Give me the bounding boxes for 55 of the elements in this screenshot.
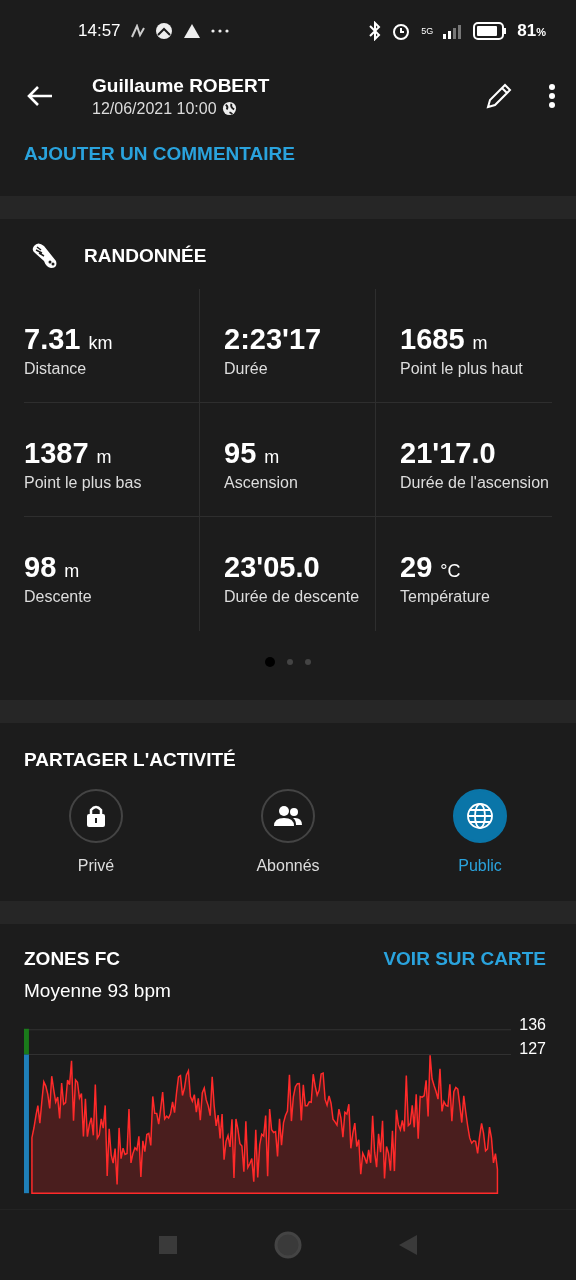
stat-label: Distance <box>24 360 88 378</box>
axis-label: 127 <box>519 1040 546 1058</box>
more-icon[interactable] <box>548 83 556 109</box>
globe-icon <box>221 101 237 116</box>
average-heart-rate: Moyenne 93 bpm <box>24 980 172 1002</box>
more-notifications-icon <box>210 29 229 33</box>
activity-app-icon <box>130 24 145 38</box>
stat-label: Point le plus haut <box>400 360 524 378</box>
stat-label: Température <box>400 588 491 606</box>
home-icon[interactable] <box>274 1231 302 1259</box>
stat-value: 23'05.0 <box>224 553 321 582</box>
section-title: PARTAGER L'ACTIVITÉ <box>24 749 237 771</box>
people-icon <box>273 805 303 827</box>
globe-icon <box>466 802 494 830</box>
page-dot[interactable] <box>287 659 293 665</box>
visibility-option[interactable]: Abonnés <box>216 789 360 875</box>
stat-label: Durée de l'ascension <box>400 474 550 492</box>
stat-value: 7.31 km <box>24 325 114 354</box>
stat-value: 2:23'17 <box>224 325 323 354</box>
visibility-option[interactable]: Public <box>408 789 552 875</box>
page-dot[interactable] <box>265 657 275 667</box>
stat-label: Ascension <box>224 474 299 492</box>
lock-icon <box>85 804 107 828</box>
edit-icon[interactable] <box>484 81 514 111</box>
activity-date: 12/06/2021 10:00 <box>92 99 217 118</box>
bluetooth-icon <box>369 21 382 41</box>
triangle-icon <box>182 23 201 39</box>
stat-label: Durée <box>224 360 269 378</box>
battery-level: 81% <box>517 21 546 41</box>
alarm-icon <box>391 21 412 41</box>
user-name: Guillaume ROBERT <box>92 74 271 97</box>
mountain-app-icon <box>154 22 173 40</box>
network-label: 5G <box>421 26 434 36</box>
add-comment-link[interactable]: AJOUTER UN COMMENTAIRE <box>24 143 295 165</box>
stat-value: 1387 m <box>24 439 113 468</box>
stat-label: Point le plus bas <box>24 474 143 492</box>
stat-value: 98 m <box>24 553 81 582</box>
map-link[interactable]: VOIR SUR CARTE <box>383 948 546 970</box>
stat-value: 95 m <box>224 439 281 468</box>
visibility-option[interactable]: Privé <box>24 789 168 875</box>
page-dot[interactable] <box>305 659 311 665</box>
stat-value: 1685 m <box>400 325 489 354</box>
stat-label: Durée de descente <box>224 588 361 606</box>
activity-type: RANDONNÉE <box>84 245 207 267</box>
section-title: ZONES FC <box>24 948 121 970</box>
back-icon[interactable] <box>26 84 54 108</box>
stat-value: 29 °C <box>400 553 462 582</box>
signal-icon <box>443 23 464 39</box>
stat-value: 21'17.0 <box>400 439 497 468</box>
battery-icon <box>473 22 508 40</box>
recent-apps-icon[interactable] <box>158 1236 177 1254</box>
clock: 14:57 <box>78 21 121 41</box>
axis-label: 136 <box>519 1016 546 1034</box>
stat-label: Descente <box>24 588 93 606</box>
back-nav-icon[interactable] <box>399 1235 418 1255</box>
